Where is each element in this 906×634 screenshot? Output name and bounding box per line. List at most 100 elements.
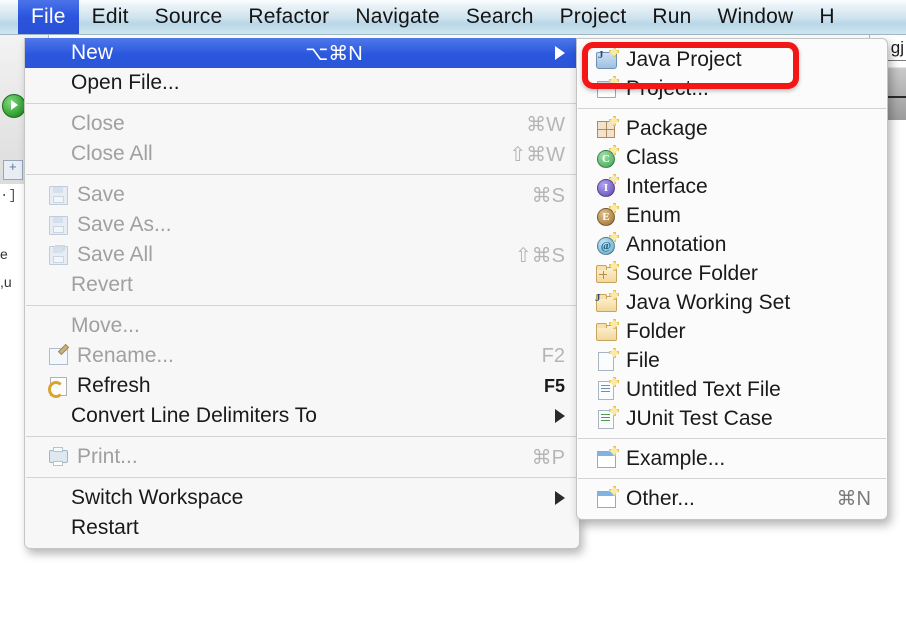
new-submenu-item-other[interactable]: Other...⌘N [577, 484, 887, 513]
run-icon[interactable] [2, 94, 26, 118]
file-menu-item-close[interactable]: Close⌘W [25, 109, 579, 139]
file-menu-item-rename[interactable]: Rename...F2 [25, 341, 579, 371]
menubar-left-spacer [0, 0, 18, 34]
menu-item-label: Annotation [626, 233, 726, 257]
file-menu-item-move[interactable]: Move... [25, 311, 579, 341]
annotation-icon: @ [595, 234, 617, 256]
file-menu-item-print[interactable]: Print... ⌘P [25, 442, 579, 472]
menu-item-label: Interface [626, 175, 708, 199]
file-menu-item-save-as[interactable]: Save As... [25, 210, 579, 240]
file-menu-item-save-all[interactable]: Save All⇧⌘S [25, 240, 579, 270]
menu-item-label: Close All [71, 142, 153, 166]
menu-item-label: Untitled Text File [626, 378, 781, 402]
file-menu-item-switch-workspace[interactable]: Switch Workspace [25, 483, 579, 513]
new-submenu-item-java-working-set[interactable]: Java Working Set [577, 288, 887, 317]
menubar-item-source[interactable]: Source [142, 0, 236, 34]
new-submenu-item-class[interactable]: CClass [577, 143, 887, 172]
new-submenu-item-java-project[interactable]: Java Project [577, 45, 887, 74]
editor-text-fragment-e: e [0, 246, 8, 262]
new-item-toolbar-icon[interactable] [3, 160, 23, 180]
menubar-item-window[interactable]: Window [704, 0, 806, 34]
file-menu-item-restart[interactable]: Restart [25, 513, 579, 543]
new-submenu-item-project[interactable]: Project... [577, 74, 887, 103]
example-icon [595, 448, 617, 470]
menu-item-label: New [71, 41, 113, 65]
menu-item-label: Save [77, 183, 125, 207]
menu-separator [578, 438, 886, 439]
menubar-item-project[interactable]: Project [547, 0, 640, 34]
package-icon [595, 118, 617, 140]
submenu-chevron-right-icon [555, 46, 565, 60]
refresh-icon [47, 375, 69, 397]
new-submenu-item-annotation[interactable]: @ Annotation [577, 230, 887, 259]
submenu-chevron-right-icon [555, 409, 565, 423]
project-icon [595, 78, 617, 100]
menu-bar: FileEditSourceRefactorNavigateSearchProj… [0, 0, 906, 35]
menu-item-shortcut: F5 [544, 376, 565, 397]
menu-item-label: Move... [71, 314, 140, 338]
menubar-item-refactor[interactable]: Refactor [235, 0, 342, 34]
menubar-item-navigate[interactable]: Navigate [342, 0, 452, 34]
menubar-item-edit[interactable]: Edit [79, 0, 142, 34]
editor-text-fragment-u: ,u [0, 274, 12, 290]
new-submenu-item-file[interactable]: File [577, 346, 887, 375]
new-submenu-dropdown: Java Project Project... PackageCClass I Inte… [576, 38, 888, 520]
file-menu-item-open-file[interactable]: Open File... [25, 68, 579, 98]
file-menu-item-new[interactable]: New⌥⌘N [25, 38, 579, 68]
file-menu-item-close-all[interactable]: Close All ⇧⌘W [25, 139, 579, 169]
save-as-icon [47, 214, 69, 236]
new-submenu-item-example[interactable]: Example... [577, 444, 887, 473]
editor-text-fragment: ·] [0, 188, 17, 204]
menu-item-label: Close [71, 112, 125, 136]
menu-item-label: Folder [626, 320, 686, 344]
menu-item-label: Revert [71, 273, 133, 297]
menu-item-label: File [626, 349, 660, 373]
menu-item-shortcut: ⌘P [532, 445, 565, 470]
menu-separator [26, 436, 578, 437]
menu-item-label: Open File... [71, 71, 180, 95]
new-submenu-item-source-folder[interactable]: Source Folder [577, 259, 887, 288]
new-submenu-item-package[interactable]: Package [577, 114, 887, 143]
menu-separator [578, 108, 886, 109]
source-folder-icon [595, 263, 617, 285]
interface-icon: I [595, 176, 617, 198]
file-menu-item-convert-line-delimiters-to[interactable]: Convert Line Delimiters To [25, 401, 579, 431]
menu-separator [578, 478, 886, 479]
menu-item-label: JUnit Test Case [626, 407, 773, 431]
save-all-icon [47, 244, 69, 266]
junit-test-case-icon [595, 408, 617, 430]
menu-item-label: Refresh [77, 374, 151, 398]
rename-pencil-icon [47, 345, 69, 367]
menu-item-shortcut: ⇧⌘W [509, 142, 565, 167]
menu-item-label: Source Folder [626, 262, 758, 286]
menu-item-label: Java Working Set [626, 291, 790, 315]
menu-item-shortcut: F2 [542, 345, 565, 368]
menubar-item-h[interactable]: H [806, 0, 847, 34]
menu-item-shortcut: ⇧⌘S [515, 243, 565, 268]
menu-item-label: Convert Line Delimiters To [71, 404, 317, 428]
file-icon [595, 350, 617, 372]
file-menu-item-refresh[interactable]: Refresh F5 [25, 371, 579, 401]
save-icon [47, 184, 69, 206]
menu-item-label: Project... [626, 77, 709, 101]
new-submenu-item-interface[interactable]: I Interface [577, 172, 887, 201]
new-submenu-item-enum[interactable]: EEnum [577, 201, 887, 230]
menubar-item-run[interactable]: Run [639, 0, 704, 34]
java-working-set-icon [595, 292, 617, 314]
class-icon: C [595, 147, 617, 169]
new-submenu-item-untitled-text-file[interactable]: Untitled Text File [577, 375, 887, 404]
java-project-icon [595, 49, 617, 71]
new-submenu-item-junit-test-case[interactable]: JUnit Test Case [577, 404, 887, 433]
menu-separator [26, 477, 578, 478]
new-submenu-item-folder[interactable]: Folder [577, 317, 887, 346]
file-menu-dropdown: New⌥⌘N Open File... Close⌘W Close All ⇧⌘W Sav… [24, 38, 580, 549]
file-menu-item-save[interactable]: Save⌘S [25, 180, 579, 210]
print-icon [47, 446, 69, 468]
menubar-item-search[interactable]: Search [453, 0, 547, 34]
menu-item-label: Print... [77, 445, 138, 469]
menubar-item-file[interactable]: File [18, 0, 79, 34]
file-menu-item-revert[interactable]: Revert [25, 270, 579, 300]
folder-icon [595, 321, 617, 343]
menu-item-label: Package [626, 117, 708, 141]
text-file-icon [595, 379, 617, 401]
